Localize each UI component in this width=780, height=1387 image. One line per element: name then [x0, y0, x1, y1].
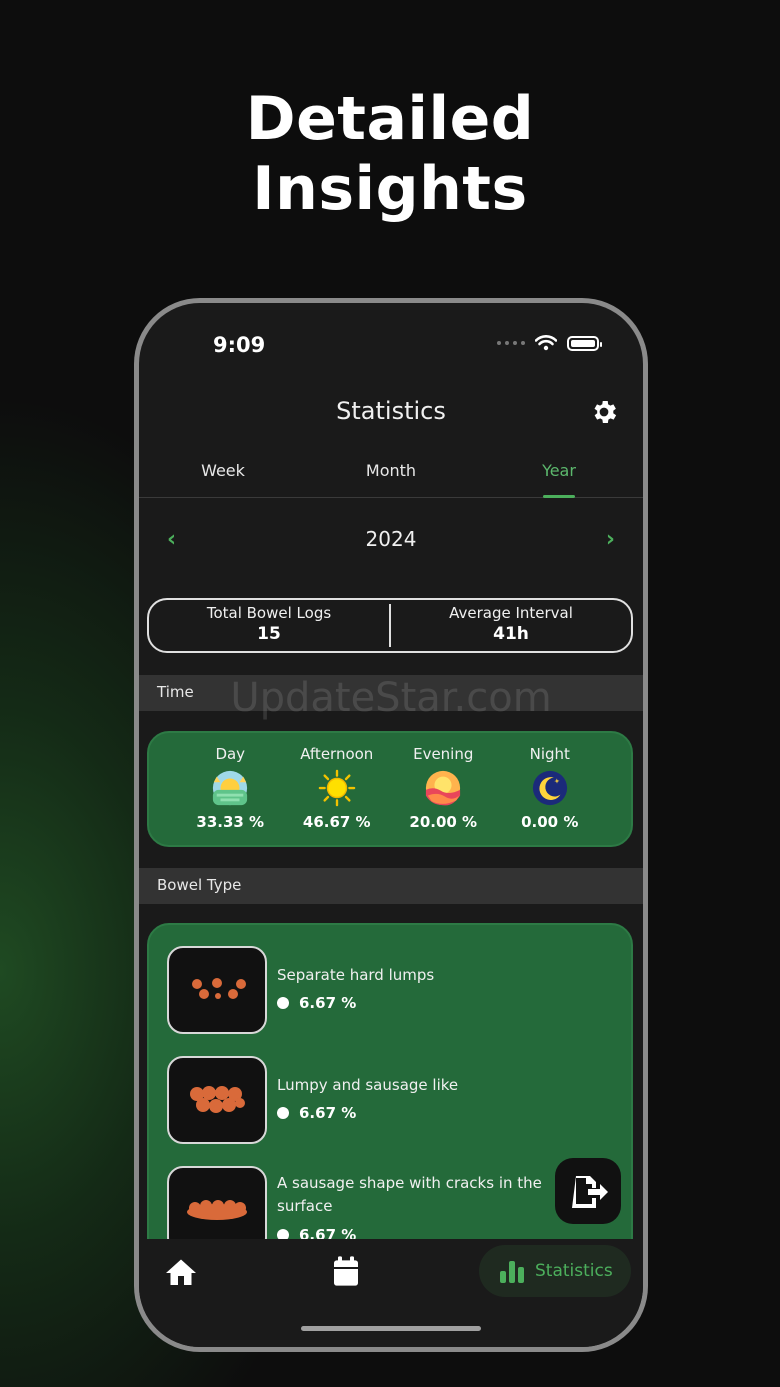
time-item-afternoon: Afternoon 46.67 %	[291, 745, 383, 833]
status-icons	[497, 335, 602, 351]
hero-title-line1: Detailed	[245, 84, 535, 154]
moon-icon	[532, 770, 567, 806]
bullet-icon	[277, 1107, 289, 1119]
tab-month[interactable]: Month	[307, 453, 475, 497]
bowel-type-name: Lumpy and sausage like	[277, 1076, 459, 1094]
sunset-icon	[426, 770, 461, 806]
home-icon[interactable]	[163, 1255, 199, 1291]
hero-title-line2: Insights	[252, 154, 528, 224]
bowel-type-percent-value: 6.67 %	[299, 994, 357, 1012]
bowel-type-card: Separate hard lumps 6.67 % Lumpy and sau…	[147, 923, 633, 1283]
bar-chart-icon	[500, 1261, 524, 1283]
wifi-icon	[535, 335, 557, 351]
avg-interval-value: 41h	[493, 624, 529, 644]
gear-icon[interactable]	[589, 397, 619, 427]
time-percent: 33.33 %	[196, 813, 265, 831]
bowel-item-separate-lumps[interactable]: Separate hard lumps 6.67 %	[167, 946, 627, 1034]
hero-title: Detailed Insights	[0, 84, 780, 224]
sun-icon	[318, 769, 356, 807]
export-icon	[572, 1176, 608, 1208]
phone-screen: 9:09 Statistics Week Month Year ‹ 2024 ›	[139, 303, 643, 1347]
period-label: 2024	[365, 527, 417, 551]
time-label: Day	[215, 745, 246, 763]
bowel-type-percent: 6.67 %	[277, 994, 356, 1012]
bullet-icon	[277, 997, 289, 1009]
time-percent: 20.00 %	[409, 813, 478, 831]
time-label: Evening	[413, 745, 474, 763]
time-item-evening: Evening 20.00 %	[397, 745, 489, 833]
period-tabs: Week Month Year	[139, 453, 643, 498]
time-item-night: Night 0.00 %	[504, 745, 596, 833]
tab-week[interactable]: Week	[139, 453, 307, 497]
time-card: Day 33.33 % Afternoon 46.67 % Evening 20…	[147, 731, 633, 847]
chevron-right-icon[interactable]: ›	[606, 527, 615, 552]
calendar-icon[interactable]	[332, 1255, 360, 1287]
avg-interval-label: Average Interval	[449, 604, 573, 622]
bowel-item-lumpy-sausage[interactable]: Lumpy and sausage like 6.67 %	[167, 1056, 627, 1144]
signal-icon	[497, 341, 525, 345]
sunrise-icon	[213, 770, 248, 806]
bowel-type-2-icon	[167, 1056, 267, 1144]
phone-frame: 9:09 Statistics Week Month Year ‹ 2024 ›	[134, 298, 648, 1352]
period-selector: ‹ 2024 ›	[139, 525, 643, 555]
bowel-type-percent-value: 6.67 %	[299, 1104, 357, 1122]
page-title: Statistics	[336, 397, 446, 425]
bottom-tab-bar: Statistics	[139, 1239, 643, 1347]
time-item-day: Day 33.33 %	[184, 745, 276, 833]
bowel-type-name: Separate hard lumps	[277, 966, 435, 984]
tab-statistics[interactable]: Statistics	[479, 1245, 631, 1297]
bowel-type-percent: 6.67 %	[277, 1104, 356, 1122]
tab-year[interactable]: Year	[475, 453, 643, 498]
status-time: 9:09	[213, 333, 266, 357]
total-logs-label: Total Bowel Logs	[206, 604, 332, 622]
bowel-type-1-icon	[167, 946, 267, 1034]
battery-icon	[567, 335, 602, 351]
avg-interval-cell: Average Interval 41h	[391, 600, 631, 651]
time-label: Night	[529, 745, 570, 763]
time-section-header: Time	[139, 675, 643, 711]
home-indicator	[301, 1326, 481, 1331]
tab-statistics-label: Statistics	[535, 1261, 613, 1281]
time-percent: 46.67 %	[302, 813, 371, 831]
time-label: Afternoon	[300, 745, 374, 763]
export-button[interactable]	[555, 1158, 621, 1224]
bowel-section-header: Bowel Type	[139, 868, 643, 904]
summary-card: Total Bowel Logs 15 Average Interval 41h	[147, 598, 633, 653]
time-percent: 0.00 %	[521, 813, 579, 831]
total-logs-value: 15	[257, 624, 281, 644]
bowel-type-name: A sausage shape with cracks in the surfa…	[277, 1174, 542, 1215]
total-logs-cell: Total Bowel Logs 15	[149, 600, 389, 651]
